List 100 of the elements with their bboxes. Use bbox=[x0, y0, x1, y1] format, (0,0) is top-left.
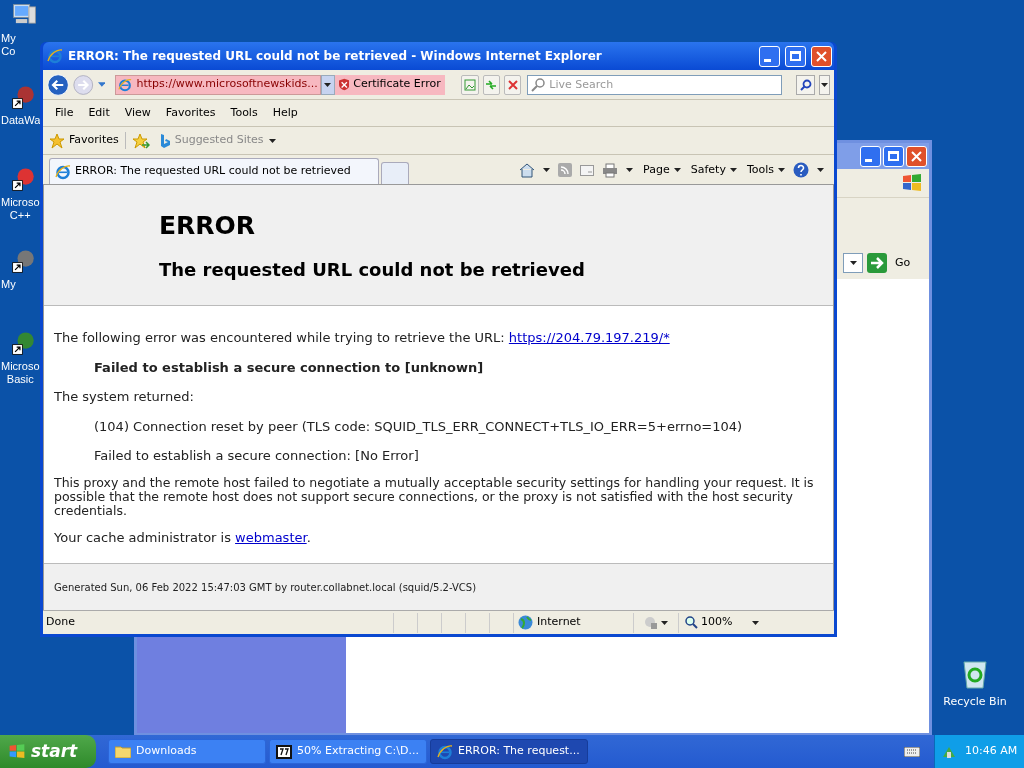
shortcut-icon[interactable] bbox=[11, 166, 37, 192]
caret-icon bbox=[626, 168, 634, 172]
zoom-button[interactable]: 100% bbox=[678, 612, 739, 633]
close-button[interactable] bbox=[906, 145, 927, 167]
command-menu[interactable]: Tools bbox=[746, 161, 785, 179]
caret-icon bbox=[821, 82, 829, 87]
close-button[interactable] bbox=[811, 45, 832, 67]
favorites-button[interactable]: Favorites bbox=[49, 132, 126, 149]
archive-icon bbox=[276, 744, 292, 759]
address-dropdown[interactable] bbox=[843, 253, 863, 273]
b-logo-icon bbox=[159, 133, 170, 148]
close-icon bbox=[816, 50, 827, 62]
search-icon bbox=[799, 78, 812, 91]
error-subheading: The requested URL could not be retrieved bbox=[159, 258, 586, 283]
add-favorite-icon[interactable] bbox=[131, 132, 150, 149]
caret-icon bbox=[729, 168, 737, 172]
caret-icon bbox=[817, 168, 824, 172]
minimize-button[interactable] bbox=[860, 145, 881, 167]
icon-label: Microso C++ bbox=[1, 196, 40, 222]
windows-flag-icon bbox=[901, 173, 923, 193]
search-field[interactable]: Live Search bbox=[527, 74, 783, 95]
icon-label: Recycle Bin bbox=[943, 694, 1007, 710]
keyboard-icon[interactable] bbox=[904, 746, 920, 757]
recycle-bin-icon[interactable] bbox=[960, 658, 990, 690]
e-logo-icon bbox=[437, 743, 453, 760]
menu-item[interactable]: Edit bbox=[88, 104, 110, 122]
icon-label: My bbox=[1, 278, 16, 291]
caret-icon bbox=[673, 168, 681, 172]
admin-message: Your cache administrator is webmaster. bbox=[54, 528, 312, 547]
url-link[interactable]: https://204.79.197.219/* bbox=[508, 330, 670, 345]
printer-icon[interactable] bbox=[602, 162, 619, 178]
shortcut-icon[interactable] bbox=[11, 84, 37, 110]
generated-footer: Generated Sun, 06 Feb 2022 15:47:03 GMT by router.collabnet.local (squid/5.2-VCS) bbox=[54, 579, 477, 595]
icon-label: My Co bbox=[1, 32, 16, 58]
menu-item[interactable]: Favorites bbox=[165, 104, 216, 122]
menu-item[interactable]: View bbox=[124, 104, 151, 122]
maximize-button[interactable] bbox=[785, 45, 806, 67]
windows-flag-icon bbox=[8, 743, 26, 760]
certificate-error-button[interactable]: Certificate Error bbox=[334, 74, 445, 95]
security-zone: Internet bbox=[537, 614, 581, 631]
shortcut-icon[interactable] bbox=[11, 248, 37, 274]
maximize-icon bbox=[790, 51, 801, 61]
command-menu[interactable]: Page bbox=[643, 161, 681, 179]
compatibility-icon[interactable] bbox=[461, 74, 479, 95]
maximize-icon bbox=[888, 151, 899, 161]
caret-icon bbox=[752, 620, 760, 625]
menu-item[interactable]: File bbox=[55, 104, 74, 122]
star-icon bbox=[49, 132, 65, 149]
caret-icon bbox=[268, 138, 276, 143]
home-icon[interactable] bbox=[519, 162, 536, 178]
menu-item[interactable]: Help bbox=[272, 104, 298, 122]
search-options-button[interactable] bbox=[819, 74, 830, 95]
minimize-icon bbox=[865, 158, 872, 162]
explanation-text: This proxy and the remote host failed to negotiate a mutually acceptable security settings for handling your request. It is possible that the remote host does not support secure connections, or the proxy is not satisfied with the host security credentials. bbox=[54, 475, 815, 518]
shield-icon bbox=[338, 78, 350, 91]
webmaster-link[interactable]: webmaster bbox=[235, 529, 307, 545]
close-icon bbox=[911, 150, 922, 162]
go-label[interactable]: Go bbox=[895, 254, 915, 272]
help-icon[interactable] bbox=[793, 162, 809, 178]
stop-icon[interactable] bbox=[504, 74, 522, 95]
e-logo-icon bbox=[118, 77, 133, 92]
status-text: Done bbox=[45, 614, 76, 631]
taskbar-button[interactable]: Downloads bbox=[108, 739, 266, 764]
taskbar-button[interactable]: ERROR: The request... bbox=[430, 739, 588, 764]
taskbar-button[interactable]: 50% Extracting C:\D... bbox=[269, 739, 427, 764]
refresh-icon[interactable] bbox=[482, 74, 500, 95]
browser-tab[interactable]: ERROR: The requested URL could not be retrieved bbox=[49, 158, 379, 184]
system-message: Failed to establish a secure connection: [No Error] bbox=[93, 447, 420, 465]
mail-icon[interactable] bbox=[580, 164, 595, 176]
folder-icon bbox=[115, 745, 131, 758]
command-menu[interactable]: Safety bbox=[690, 161, 737, 179]
error-message: The following error was encountered while trying to retrieve the URL: https://204.79.197.219/* bbox=[54, 329, 671, 347]
system-message: (104) Connection reset by peer (TLS code: SQUID_TLS_ERR_CONNECT+TLS_IO_ERR=5+errno=104) bbox=[93, 417, 744, 436]
minimize-icon bbox=[764, 58, 771, 62]
zoom-icon bbox=[685, 616, 698, 629]
history-dropdown-icon[interactable] bbox=[97, 82, 106, 87]
maximize-button[interactable] bbox=[883, 145, 904, 167]
window-title: ERROR: The requested URL could not be retrieved - Windows Internet Explorer bbox=[68, 48, 603, 65]
minimize-button[interactable] bbox=[759, 45, 780, 67]
address-field[interactable]: https://www.microsoftnewskids... bbox=[115, 74, 321, 95]
feed-icon[interactable] bbox=[558, 163, 573, 177]
search-button[interactable] bbox=[796, 74, 816, 95]
go-arrow-icon[interactable] bbox=[867, 253, 887, 273]
system-label: The system returned: bbox=[54, 388, 195, 406]
error-heading: ERROR bbox=[159, 209, 257, 242]
failure-message: Failed to establish a secure connection to [unknown] bbox=[93, 358, 485, 377]
icon-label: Microso Basic bbox=[1, 360, 40, 386]
menu-item[interactable]: Tools bbox=[230, 104, 258, 122]
caret-icon bbox=[661, 620, 668, 625]
caret-icon bbox=[543, 168, 551, 172]
shortcut-icon[interactable] bbox=[11, 330, 37, 356]
caret-icon bbox=[849, 261, 857, 265]
caret-icon bbox=[778, 168, 785, 172]
start-button[interactable]: start bbox=[0, 735, 96, 768]
globe-icon bbox=[518, 615, 533, 630]
back-button[interactable] bbox=[47, 71, 70, 98]
clock: 10:46 AM bbox=[965, 743, 1018, 760]
search-icon bbox=[531, 77, 546, 92]
protected-mode-icon[interactable] bbox=[644, 615, 658, 630]
caret-icon bbox=[324, 82, 332, 87]
